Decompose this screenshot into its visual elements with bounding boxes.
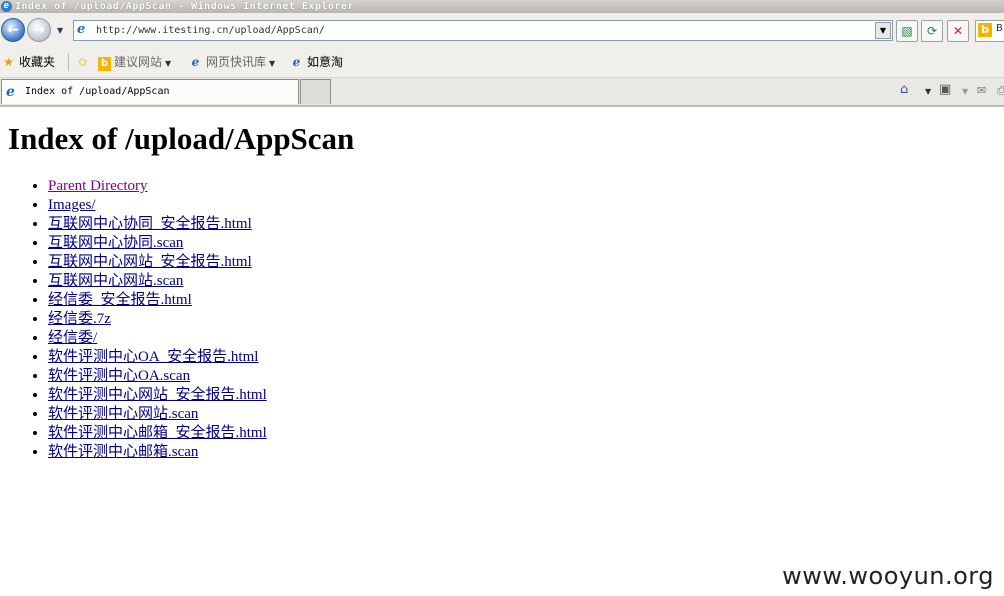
new-tab-button[interactable] <box>300 79 331 104</box>
address-url[interactable]: http://www.itesting.cn/upload/AppScan/ <box>96 21 325 40</box>
star-icon: ★ <box>3 55 14 69</box>
list-item: 互联网中心网站_安全报告.html <box>48 253 267 272</box>
compatibility-view-icon: ▧ <box>901 24 913 38</box>
ruyitao-label: 如意淘 <box>307 55 344 69</box>
home-dropdown-icon[interactable]: ▼ <box>925 87 931 96</box>
page-title: Index of /upload/AppScan <box>8 121 355 156</box>
favorites-label: 收藏夹 <box>19 55 56 69</box>
file-link[interactable]: 经信委/ <box>48 330 97 346</box>
list-item: 软件评测中心邮箱_安全报告.html <box>48 424 267 443</box>
file-link[interactable]: Images/ <box>48 197 95 213</box>
list-item: 互联网中心协同_安全报告.html <box>48 215 267 234</box>
page-ie-icon: e <box>77 22 86 37</box>
favorites-divider <box>68 53 69 71</box>
file-link[interactable]: 互联网中心协同_安全报告.html <box>48 216 252 232</box>
ie-logo-icon: e <box>292 55 301 69</box>
chevron-down-icon: ▼ <box>165 59 172 68</box>
tab-ie-icon: e <box>6 84 15 100</box>
file-link[interactable]: 软件评测中心OA_安全报告.html <box>48 349 258 365</box>
file-link[interactable]: 互联网中心网站_安全报告.html <box>48 254 252 270</box>
list-item: 软件评测中心网站.scan <box>48 405 267 424</box>
ie-logo-icon: e <box>191 55 200 69</box>
file-link[interactable]: 软件评测中心OA.scan <box>48 368 190 384</box>
file-link[interactable]: 软件评测中心网站.scan <box>48 406 198 422</box>
bing-icon: b <box>978 23 992 37</box>
search-input[interactable]: b B <box>975 20 1004 42</box>
page-content: Index of /upload/AppScan Parent Director… <box>0 107 1004 596</box>
directory-listing: Parent Directory Images/ 互联网中心协同_安全报告.ht… <box>48 177 267 462</box>
add-to-favorites-bar-button[interactable]: ✩ <box>75 53 93 71</box>
compatibility-view-button[interactable]: ▧ <box>896 20 918 42</box>
favorites-bar: ★ 收藏夹 ✩ b 建议网站 ▼ e 网页快讯库 ▼ e 如意淘 <box>0 47 1004 78</box>
favorites-button[interactable]: ★ 收藏夹 <box>1 53 55 71</box>
forward-button[interactable]: → <box>27 18 51 42</box>
suggested-sites-label: 建议网站 <box>114 55 163 69</box>
file-link[interactable]: 软件评测中心邮箱_安全报告.html <box>48 425 267 441</box>
bing-icon: b <box>98 57 111 71</box>
watermark: www.wooyun.org <box>782 562 994 590</box>
recent-pages-dropdown[interactable]: ▼ <box>57 26 63 35</box>
tab-active[interactable]: e Index of /upload/AppScan <box>1 79 299 104</box>
forward-arrow-icon: → <box>33 22 45 38</box>
file-link[interactable]: 互联网中心协同.scan <box>48 235 183 251</box>
tab-label: Index of /upload/AppScan <box>25 86 170 97</box>
list-item: 经信委_安全报告.html <box>48 291 267 310</box>
web-slice-gallery-button[interactable]: e 网页快讯库 ▼ <box>188 53 276 71</box>
list-item: 软件评测中心网站_安全报告.html <box>48 386 267 405</box>
address-dropdown-button[interactable]: ▼ <box>875 22 891 39</box>
list-item: 软件评测中心邮箱.scan <box>48 443 267 462</box>
refresh-icon: ⟳ <box>926 24 938 38</box>
window-titlebar: e Index of /upload/AppScan - Windows Int… <box>0 0 1004 13</box>
address-input[interactable]: e http://www.itesting.cn/upload/AppScan/… <box>73 20 893 41</box>
file-link[interactable]: 软件评测中心邮箱.scan <box>48 444 198 460</box>
feeds-dropdown-icon[interactable]: ▼ <box>962 87 968 96</box>
tab-bar: e Index of /upload/AppScan ⌂ ▼ ▣ ▼ ✉ ⎙ <box>0 78 1004 107</box>
file-link[interactable]: 经信委.7z <box>48 311 111 327</box>
file-link[interactable]: 互联网中心网站.scan <box>48 273 183 289</box>
chevron-down-icon: ▼ <box>269 59 276 68</box>
list-item: 软件评测中心OA_安全报告.html <box>48 348 267 367</box>
back-arrow-icon: ← <box>7 22 19 38</box>
stop-button[interactable]: ✕ <box>947 20 969 42</box>
add-favorite-star-icon: ✩ <box>77 55 88 69</box>
address-toolbar: ← → ▼ e http://www.itesting.cn/upload/Ap… <box>0 13 1004 47</box>
list-item: 经信委/ <box>48 329 267 348</box>
file-link[interactable]: 经信委_安全报告.html <box>48 292 192 308</box>
list-item: 互联网中心协同.scan <box>48 234 267 253</box>
list-item: 经信委.7z <box>48 310 267 329</box>
file-link[interactable]: 软件评测中心网站_安全报告.html <box>48 387 267 403</box>
list-item: 软件评测中心OA.scan <box>48 367 267 386</box>
back-button[interactable]: ← <box>1 18 25 42</box>
refresh-button[interactable]: ⟳ <box>921 20 943 42</box>
list-item: Images/ <box>48 196 267 215</box>
search-partial-text: B <box>996 23 1003 34</box>
suggested-sites-button[interactable]: b 建议网站 ▼ <box>98 53 171 71</box>
window-title: Index of /upload/AppScan - Windows Inter… <box>15 1 355 12</box>
list-item: 互联网中心网站.scan <box>48 272 267 291</box>
web-slice-gallery-label: 网页快讯库 <box>206 55 267 69</box>
print-icon[interactable]: ⎙ <box>997 84 1004 98</box>
ie-logo-icon: e <box>1 1 12 12</box>
list-item: Parent Directory <box>48 177 267 196</box>
home-icon[interactable]: ⌂ <box>900 82 908 97</box>
parent-directory-link[interactable]: Parent Directory <box>48 178 148 194</box>
stop-icon: ✕ <box>952 24 964 38</box>
mail-icon[interactable]: ✉ <box>977 84 986 97</box>
rss-feed-icon[interactable]: ▣ <box>939 82 951 97</box>
ruyitao-button[interactable]: e 如意淘 <box>289 53 343 71</box>
